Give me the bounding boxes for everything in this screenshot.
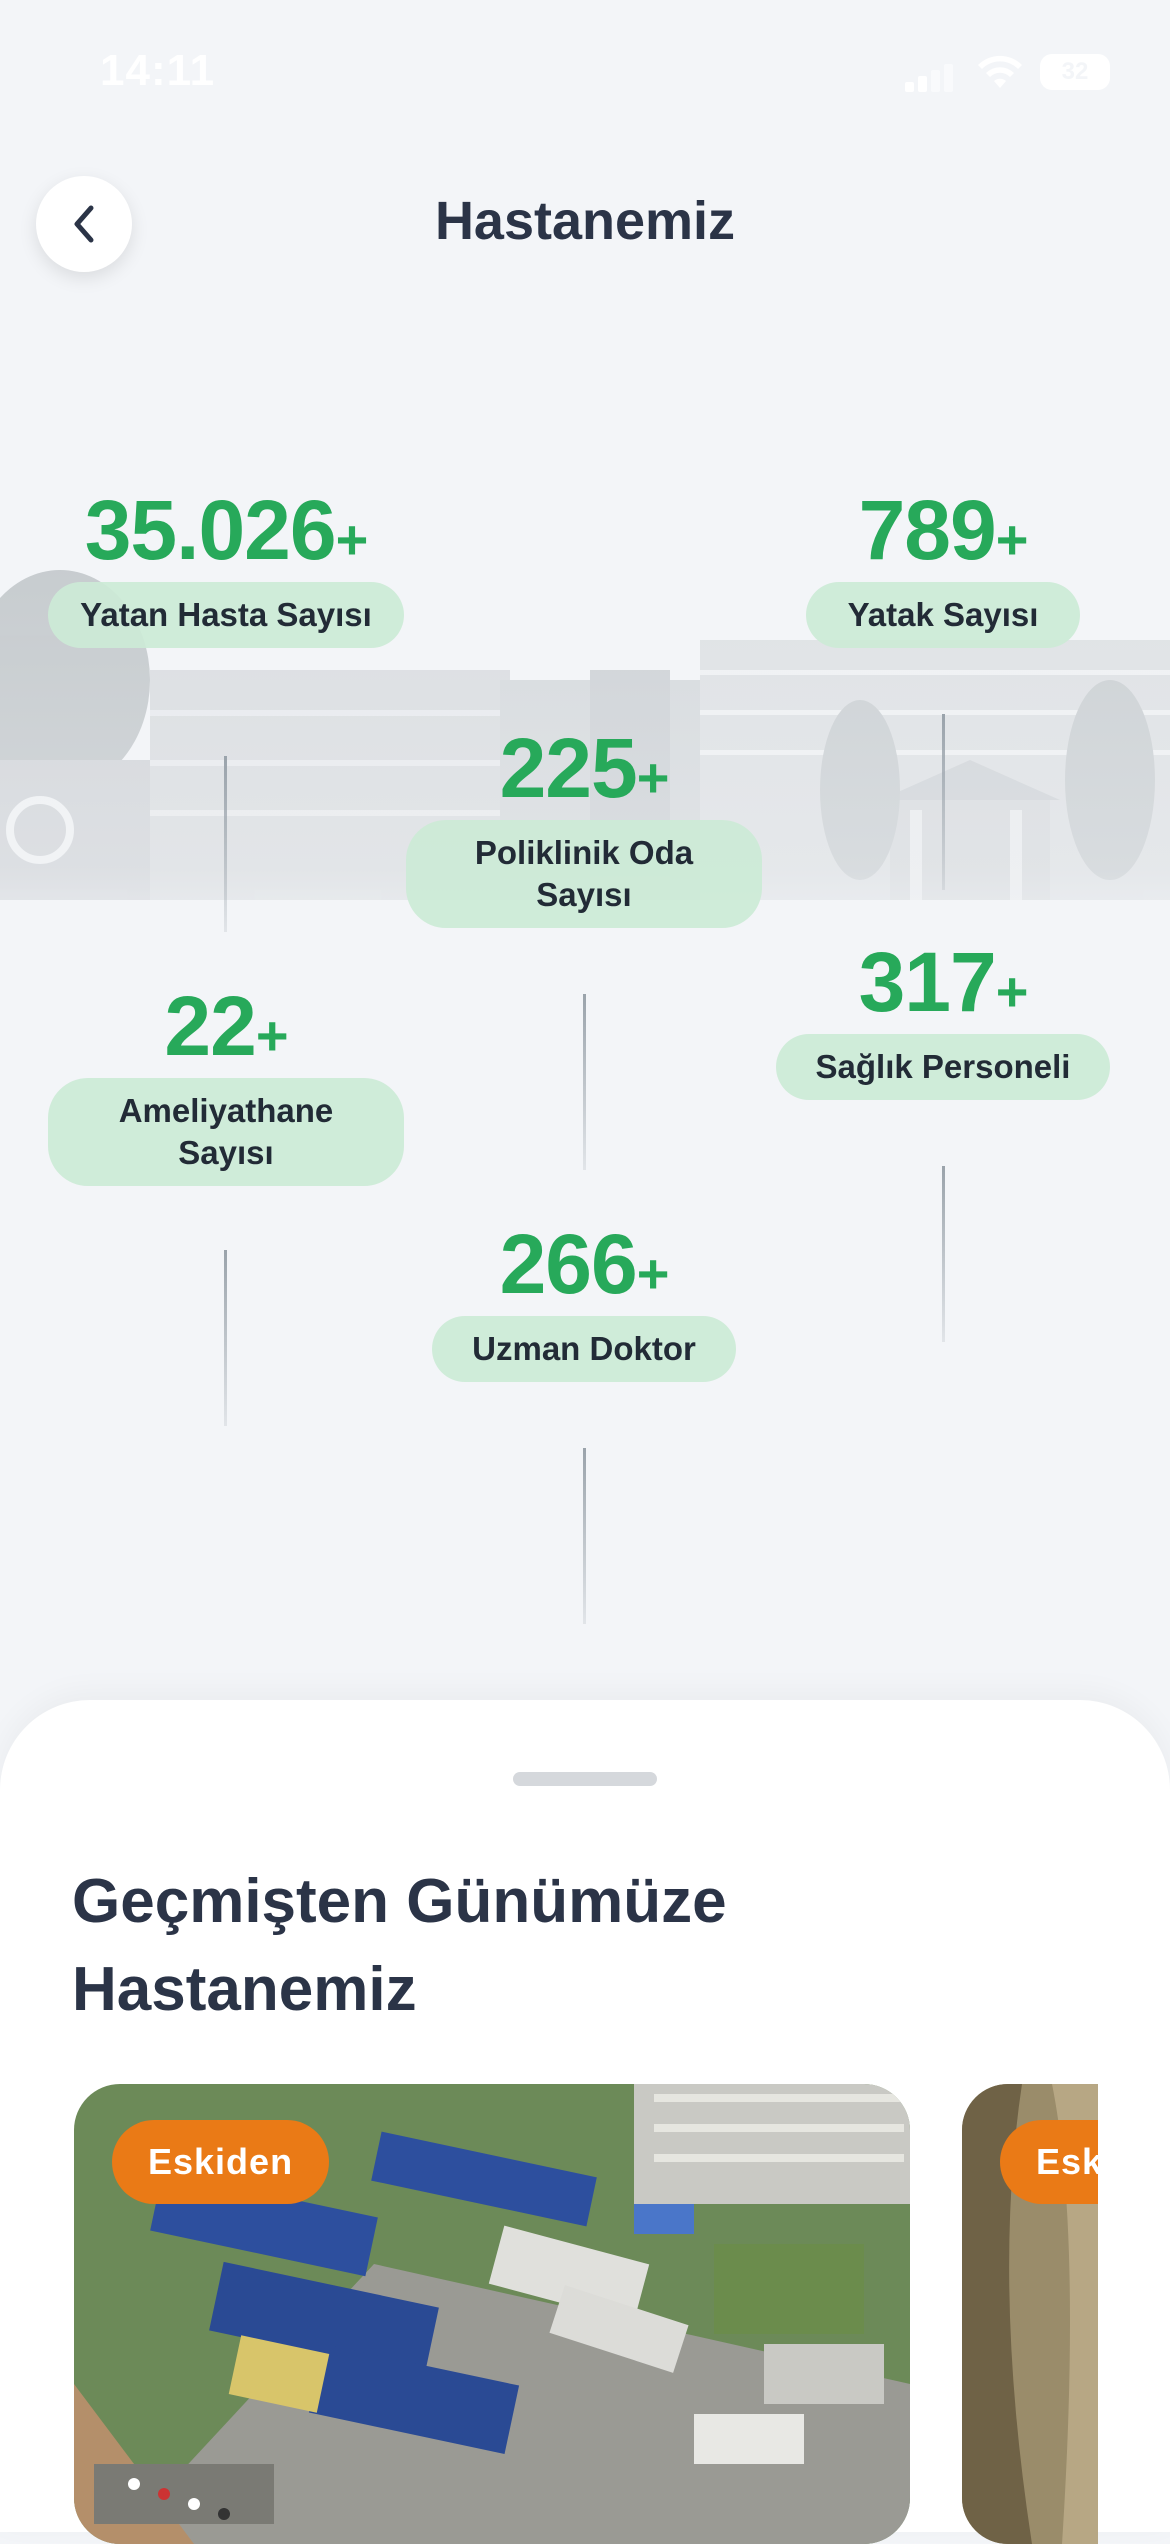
wifi-icon [978,55,1022,88]
stat-specialist-doctors: 266+ Uzman Doktor [432,1214,736,1382]
connector-line [583,1448,586,1624]
sheet-drag-handle[interactable] [513,1772,657,1786]
stat-number: 22 [164,979,256,1073]
stat-number: 317 [858,935,997,1029]
stat-label: Uzman Doktor [432,1316,736,1382]
stat-number: 35.026 [84,483,337,577]
stat-number: 789 [858,483,997,577]
stat-health-staff: 317+ Sağlık Personeli [776,932,1110,1100]
stat-number: 266 [499,1217,638,1311]
history-card[interactable]: Eskiden [74,2084,910,2544]
stat-label: Yatak Sayısı [806,582,1080,648]
badge-eskiden: Esk [1000,2120,1098,2204]
stat-value: 22+ [48,976,404,1076]
status-time: 14:11 [100,46,216,95]
stat-outpatient-rooms: 225+ Poliklinik Oda Sayısı [406,718,762,928]
plus-suffix: + [995,960,1029,1023]
stat-label: Sağlık Personeli [776,1034,1110,1100]
status-bar: 14:11 32 [0,0,1170,150]
connector-line [224,756,227,932]
cellular-signal-icon [905,60,955,92]
connector-line [583,994,586,1170]
connector-line [942,714,945,890]
connector-line [224,1250,227,1426]
stat-label: Yatan Hasta Sayısı [48,582,404,648]
stat-value: 266+ [432,1214,736,1314]
stat-value: 35.026+ [48,480,404,580]
stat-value: 225+ [406,718,762,818]
badge-eskiden: Eskiden [112,2120,330,2204]
stat-label: Poliklinik Oda Sayısı [406,820,762,928]
history-card[interactable]: Esk [962,2084,1098,2544]
stat-value: 317+ [776,932,1110,1032]
plus-suffix: + [255,1004,289,1067]
stat-value: 789+ [806,480,1080,580]
stat-inpatients: 35.026+ Yatan Hasta Sayısı [48,480,404,648]
plus-suffix: + [636,1242,670,1305]
battery-level: 32 [1061,58,1089,85]
stat-number: 225 [499,721,638,815]
section-title: Geçmişten Günümüze Hastanemiz [72,1867,727,2024]
page-title: Hastanemiz [434,191,736,251]
stat-beds: 789+ Yatak Sayısı [806,480,1080,648]
battery-icon: 32 [1040,54,1110,90]
plus-suffix: + [335,508,369,571]
stat-label: Ameliyathane Sayısı [48,1078,404,1186]
connector-line [942,1166,945,1342]
plus-suffix: + [995,508,1029,571]
plus-suffix: + [636,746,670,809]
stat-operating-rooms: 22+ Ameliyathane Sayısı [48,976,404,1186]
